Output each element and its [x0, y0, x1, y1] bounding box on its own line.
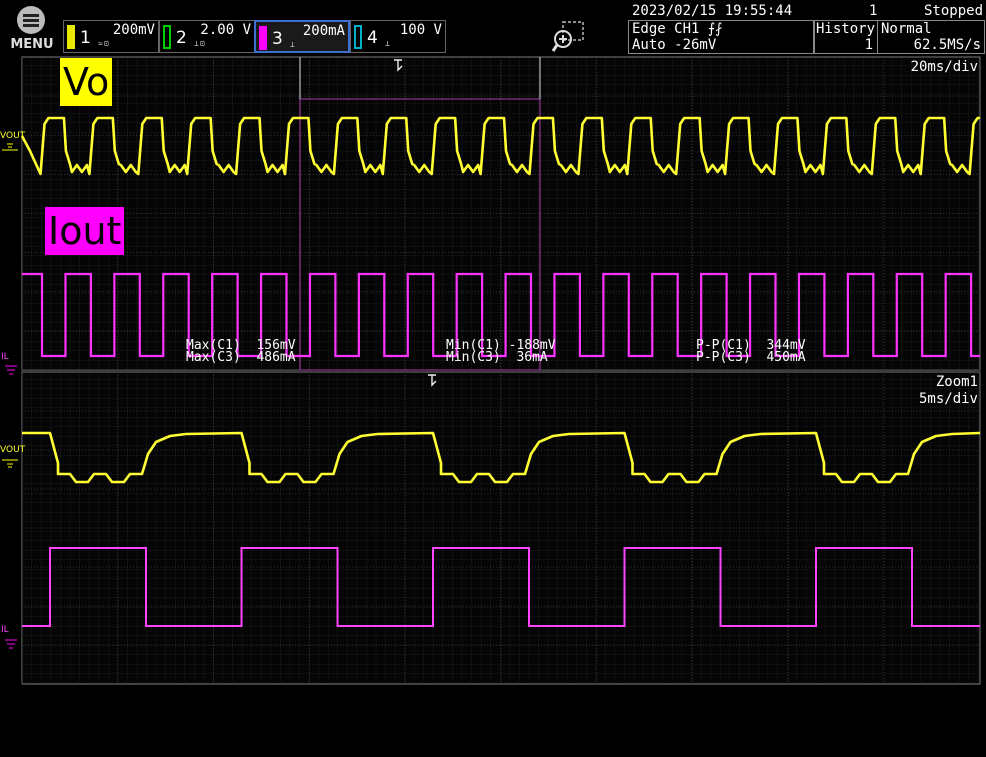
measurement-value: 450mA [766, 350, 806, 365]
main-ch3-marker-label: IL [1, 352, 9, 362]
main-ch3-ground-marker[interactable] [5, 365, 17, 375]
trigger-type: Edge CH1 ⨍⨏ [632, 21, 723, 37]
measurement-label: Max(C3) [186, 350, 241, 365]
iout-label: Iout [45, 207, 125, 255]
run-state[interactable]: Stopped [924, 3, 983, 19]
zoom-icon[interactable] [552, 20, 586, 54]
channel-2-number: 2 [176, 28, 187, 48]
waveform-display [2, 56, 981, 685]
trigger-mode: Auto -26mV [632, 37, 717, 53]
sample-rate: 62.5MS/s [913, 37, 981, 53]
channel-3-coupling-icon: ⊥ [290, 40, 296, 49]
history-label: History [816, 21, 876, 37]
top-bar: MENU 1 200mV ≃⊡ 2 2.00 V ⊥⊡ 3 200mA ⊥ 4 … [0, 0, 986, 56]
history-value: 1 [864, 37, 873, 53]
zoom-ch1-marker-label: VOUT [0, 445, 26, 455]
zoom-ch1-ground-marker[interactable] [2, 459, 18, 468]
channel-1-color-swatch [67, 25, 75, 49]
zoom-timebase: 5ms/div [918, 391, 978, 407]
menu-icon [17, 6, 45, 34]
acquisition-mode: Normal [881, 21, 932, 37]
channel-1-button[interactable]: 1 200mV ≃⊡ [63, 20, 159, 53]
zoom-name: Zoom1 [935, 374, 978, 390]
acquisition-count: 1 [869, 3, 878, 19]
channel-1-scale: 200mV [112, 22, 155, 38]
channel-2-coupling-icon: ⊥⊡ [194, 39, 206, 48]
zoom-ch3-marker-label: IL [1, 625, 9, 635]
main-timebase: 20ms/div [910, 59, 978, 75]
channel-2-color-swatch [163, 25, 171, 49]
datetime: 2023/02/15 19:55:44 [632, 3, 793, 19]
measurement-value: 486mA [256, 350, 296, 365]
measurement-label: Min(C3) [446, 350, 501, 365]
zoom-ch3-ground-marker[interactable] [5, 639, 17, 649]
menu-button[interactable]: MENU [8, 6, 56, 54]
channel-3-color-swatch [259, 26, 267, 50]
measurement-min: Min(C1) -188mV Min(C3) 36mA [446, 339, 556, 365]
channel-4-number: 4 [367, 28, 378, 48]
main-ch1-ground-marker[interactable] [2, 143, 18, 151]
measurement-value: 36mA [516, 350, 548, 365]
measurement-max: Max(C1) 156mV Max(C3) 486mA [186, 339, 296, 365]
channel-4-color-swatch [354, 25, 362, 49]
channel-3-scale: 200mA [302, 23, 345, 39]
channel-3-button[interactable]: 3 200mA ⊥ [254, 20, 350, 53]
main-ch1-marker-label: VOUT [0, 131, 26, 141]
channel-2-button[interactable]: 2 2.00 V ⊥⊡ [159, 20, 255, 53]
channel-1-coupling-icon: ≃⊡ [98, 39, 110, 48]
trigger-info[interactable]: Edge CH1 ⨍⨏ Auto -26mV [628, 20, 815, 54]
vo-label: Vo [60, 58, 113, 106]
measurement-pp: P-P(C1) 344mV P-P(C3) 450mA [696, 339, 806, 365]
channel-1-number: 1 [80, 28, 91, 48]
acquisition-info[interactable]: Normal 62.5MS/s [877, 20, 985, 54]
menu-label: MENU [10, 37, 54, 52]
channel-4-coupling-icon: ⊥ [385, 39, 391, 48]
channel-2-scale: 2.00 V [200, 22, 251, 38]
channel-4-button[interactable]: 4 100 V ⊥ [350, 20, 446, 53]
channel-4-scale: 100 V [399, 22, 442, 38]
history-info[interactable]: History 1 [813, 20, 878, 54]
channel-3-number: 3 [272, 29, 283, 49]
measurement-label: P-P(C3) [696, 350, 751, 365]
